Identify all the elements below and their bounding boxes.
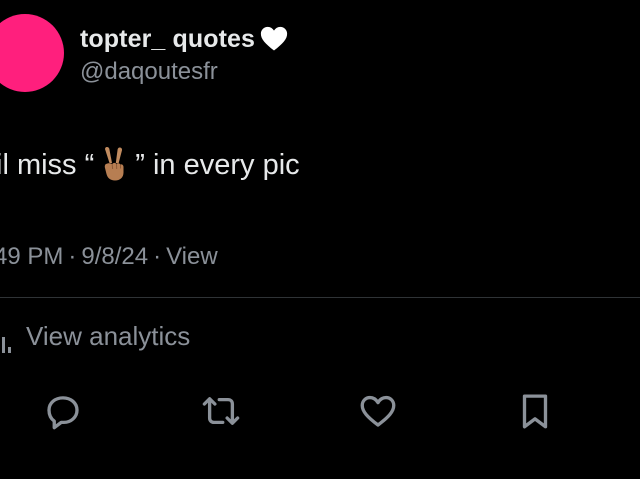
reply-button[interactable] <box>42 390 84 432</box>
author-name-row: topter_ quotes <box>80 24 289 54</box>
meta-separator: · <box>68 243 77 270</box>
bookmark-icon <box>514 390 556 432</box>
repost-icon <box>200 390 242 432</box>
meta-separator: · <box>153 243 162 270</box>
display-name[interactable]: topter_ quotes <box>80 25 255 54</box>
like-button[interactable] <box>357 390 399 432</box>
tweet-date[interactable]: 9/8/24 <box>81 243 148 270</box>
view-analytics-label: View analytics <box>26 321 191 351</box>
tweet-text-suffix: ” in every pic <box>135 148 300 181</box>
action-bar <box>0 390 640 430</box>
white-heart-icon <box>259 24 289 54</box>
reply-icon <box>42 390 84 432</box>
tweet-time: 49 PM <box>0 243 64 270</box>
view-analytics-link[interactable]: View analytics <box>0 321 191 353</box>
tweet-meta: 49 PM · 9/8/24 · View <box>0 243 218 271</box>
divider <box>0 297 640 298</box>
bookmark-button[interactable] <box>514 390 556 432</box>
heart-outline-icon <box>357 390 399 432</box>
tweet-text: il miss “ ” in every pic <box>0 145 300 185</box>
bar-chart-icon <box>0 329 12 353</box>
author-handle[interactable]: @daqoutesfr <box>80 58 218 86</box>
victory-hand-icon <box>98 143 132 183</box>
avatar[interactable] <box>0 14 64 92</box>
tweet-text-prefix: il miss “ <box>0 148 95 181</box>
repost-button[interactable] <box>200 390 242 432</box>
tweet-views[interactable]: View <box>166 243 218 270</box>
